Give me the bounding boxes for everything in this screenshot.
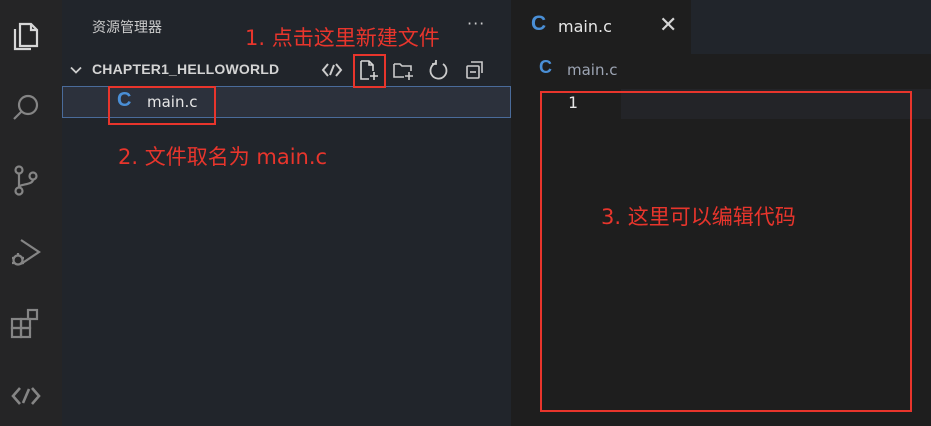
new-folder-icon[interactable]: [391, 58, 415, 82]
workspace-title: CHAPTER1_HELLOWORLD: [92, 61, 280, 77]
highlight-box-editor: [540, 91, 912, 412]
tab-bar: C main.c ✕: [511, 0, 931, 54]
source-control-icon[interactable]: [8, 162, 44, 198]
more-actions-icon[interactable]: ···: [467, 14, 485, 33]
collapse-all-icon[interactable]: [463, 58, 487, 82]
explorer-sidebar: 资源管理器 ··· CHAPTER1_HELLOWORLD C main.c: [62, 0, 511, 426]
tab-label: main.c: [558, 17, 612, 36]
tab-main-c[interactable]: C main.c ✕: [511, 0, 691, 54]
remote-explorer-tool-icon[interactable]: [320, 58, 344, 82]
explorer-icon[interactable]: [8, 18, 44, 54]
breadcrumb-item[interactable]: main.c: [567, 61, 618, 79]
run-debug-icon[interactable]: [8, 234, 44, 270]
close-icon[interactable]: ✕: [659, 13, 677, 38]
highlight-box-new-file: [353, 54, 386, 88]
annotation-step2: 2. 文件取名为 main.c: [118, 145, 328, 169]
extensions-icon[interactable]: [8, 306, 44, 342]
c-file-icon: C: [531, 12, 547, 35]
search-icon[interactable]: [8, 90, 44, 126]
highlight-box-file: [108, 86, 216, 125]
c-file-icon: C: [539, 57, 552, 77]
refresh-icon[interactable]: [427, 58, 451, 82]
workspace-section-header[interactable]: CHAPTER1_HELLOWORLD: [62, 56, 511, 84]
annotation-step3: 3. 这里可以编辑代码: [601, 205, 796, 229]
chevron-down-icon: [70, 66, 82, 74]
remote-explorer-icon[interactable]: [8, 378, 44, 414]
explorer-title: 资源管理器: [92, 20, 162, 36]
activity-bar: [0, 0, 62, 426]
annotation-step1: 1. 点击这里新建文件: [245, 26, 440, 50]
